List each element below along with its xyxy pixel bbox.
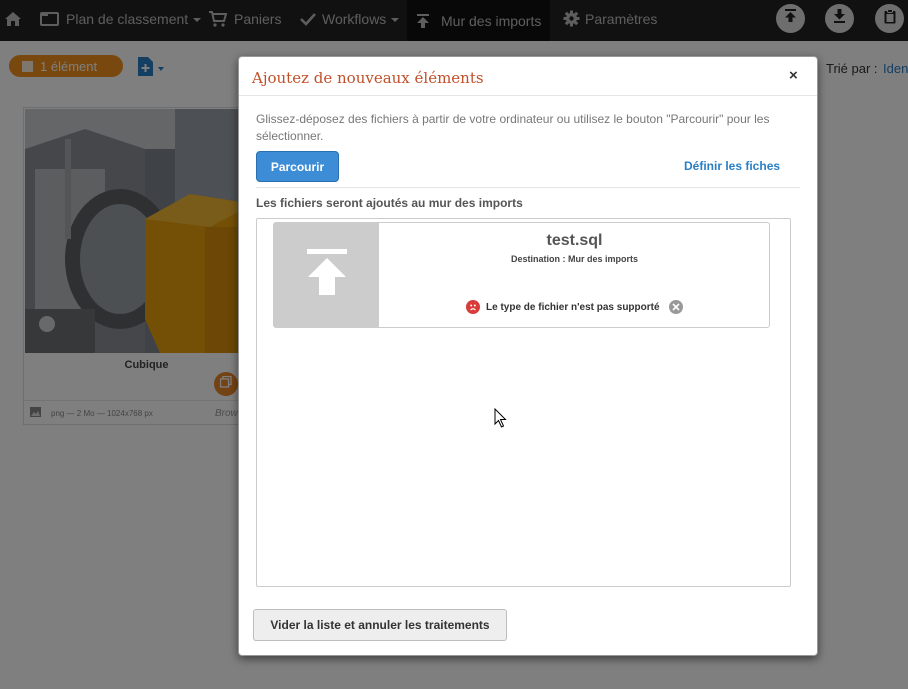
- files-heading: Les fichiers seront ajoutés au mur des i…: [256, 196, 523, 210]
- file-name: test.sql: [546, 232, 603, 249]
- file-error-message: Le type de fichier n'est pas supporté: [486, 301, 660, 313]
- define-fiches-link[interactable]: Définir les fiches: [684, 159, 780, 173]
- modal-header: Ajoutez de nouveaux éléments ×: [239, 57, 817, 96]
- import-modal: Ajoutez de nouveaux éléments × Glissez-d…: [238, 56, 818, 656]
- mouse-cursor-icon: [494, 407, 508, 434]
- modal-title: Ajoutez de nouveaux éléments: [252, 69, 484, 87]
- file-item: test.sql Destination : Mur des imports L…: [273, 222, 770, 328]
- close-button[interactable]: ×: [789, 68, 798, 83]
- modal-intro-text: Glissez-déposez des fichiers à partir de…: [256, 112, 770, 143]
- clear-list-button[interactable]: Vider la liste et annuler les traitement…: [253, 609, 507, 641]
- file-thumbnail: [274, 223, 379, 327]
- sad-face-icon: [466, 300, 480, 314]
- file-error: Le type de fichier n'est pas supporté: [466, 300, 683, 314]
- remove-file-icon[interactable]: [668, 300, 683, 314]
- browse-button[interactable]: Parcourir: [256, 151, 339, 182]
- divider: [256, 187, 800, 188]
- file-destination: Destination : Mur des imports: [510, 254, 638, 264]
- upload-icon: [306, 248, 348, 302]
- file-dropzone[interactable]: test.sql Destination : Mur des imports L…: [256, 218, 791, 587]
